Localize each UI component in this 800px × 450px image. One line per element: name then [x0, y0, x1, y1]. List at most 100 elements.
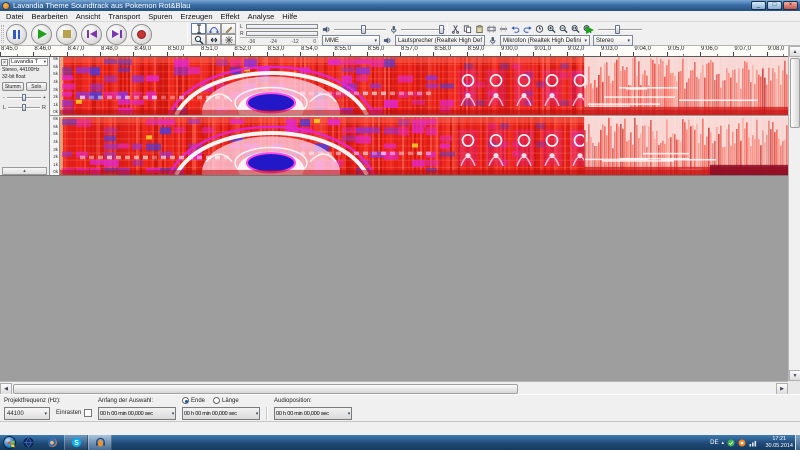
output-volume-thumb[interactable]	[361, 25, 366, 34]
scroll-up-arrow[interactable]: ▲	[789, 46, 800, 57]
menu-item-erzeugen[interactable]: Erzeugen	[176, 12, 216, 21]
output-volume-slider[interactable]	[334, 29, 386, 31]
paste-button[interactable]	[474, 24, 485, 35]
tray-icon-orange[interactable]	[738, 439, 746, 447]
network-icon[interactable]	[749, 439, 758, 447]
input-channels-select[interactable]: Stereo▾	[593, 35, 633, 46]
gain-slider[interactable]	[7, 97, 41, 99]
frequency-ruler-right-channel[interactable]: 8k6k5k4k3k2k1k0k	[50, 117, 60, 175]
pause-button[interactable]	[6, 24, 27, 45]
taskbar-item-audacity[interactable]	[88, 435, 112, 450]
timeline-ruler[interactable]: 8:45,08:46,08:47,08:48,08:49,08:50,08:51…	[0, 46, 788, 57]
trim-button[interactable]	[486, 24, 497, 35]
minimize-button[interactable]: _	[751, 1, 766, 10]
play-at-speed-icon[interactable]	[586, 26, 594, 34]
spectrogram-left-channel[interactable]	[60, 57, 788, 115]
meter-scale-value: -12	[291, 39, 298, 45]
play-speed-slider[interactable]	[598, 29, 642, 31]
record-meter-right[interactable]	[246, 31, 318, 36]
input-device-select[interactable]: Mikrofon (Realtek High Defini▾	[500, 35, 590, 46]
vertical-scroll-thumb[interactable]	[790, 58, 800, 128]
firefox-icon	[47, 437, 58, 448]
menu-item-hilfe[interactable]: Hilfe	[278, 12, 301, 21]
maximize-button[interactable]: □	[767, 1, 782, 10]
draw-tool-button[interactable]	[221, 23, 236, 34]
pan-slider[interactable]	[8, 107, 40, 109]
end-radio[interactable]	[182, 397, 189, 404]
undo-icon	[511, 24, 520, 34]
stop-button[interactable]	[56, 24, 77, 45]
tray-icon-green[interactable]	[727, 439, 735, 447]
show-desktop-button[interactable]	[795, 435, 800, 450]
output-device-select[interactable]: Lautsprecher (Realtek High Def▾	[395, 35, 485, 46]
silence-button[interactable]	[498, 24, 509, 35]
horizontal-scroll-thumb[interactable]	[13, 384, 518, 394]
menu-item-effekt[interactable]: Effekt	[217, 12, 244, 21]
meter-scale-value: -36	[248, 39, 255, 45]
meter-toolbar[interactable]: L R -36-24-120	[240, 23, 318, 45]
language-indicator[interactable]: DE	[710, 440, 718, 446]
mute-button[interactable]: Stumm	[2, 82, 24, 91]
selection-tool-button[interactable]	[191, 23, 206, 34]
length-radio[interactable]	[213, 397, 220, 404]
selection-end-field[interactable]: 00 h 00 min 00,000 sec ▾	[182, 407, 260, 420]
envelope-tool-button[interactable]	[206, 23, 221, 34]
audio-host-select[interactable]: MME▾	[322, 35, 380, 46]
track-format-info: Stereo, 44100Hz	[0, 66, 49, 73]
track-close-button[interactable]: ×	[1, 59, 8, 66]
timeshift-tool-button[interactable]	[206, 34, 221, 45]
play-speed-thumb[interactable]	[615, 25, 620, 34]
close-button[interactable]: ×	[783, 1, 798, 10]
menu-item-datei[interactable]: Datei	[2, 12, 28, 21]
play-button[interactable]	[31, 24, 52, 45]
skip-end-icon	[112, 30, 122, 38]
start-button[interactable]	[3, 436, 16, 449]
menu-item-ansicht[interactable]: Ansicht	[72, 12, 105, 21]
audio-position-field[interactable]: 00 h 00 min 00,000 sec ▾	[274, 407, 352, 420]
record-meter-left[interactable]	[246, 24, 318, 29]
record-button[interactable]	[131, 24, 152, 45]
undo-button[interactable]	[510, 24, 521, 35]
menu-item-spuren[interactable]: Spuren	[144, 12, 176, 21]
menu-item-analyse[interactable]: Analyse	[244, 12, 279, 21]
track-collapse-button[interactable]: ▴	[2, 167, 47, 175]
selection-start-field[interactable]: 00 h 00 min 00,000 sec ▾	[98, 407, 176, 420]
taskbar-item-browser[interactable]	[16, 435, 40, 450]
scroll-down-arrow[interactable]: ▼	[789, 370, 800, 381]
fit-selection-button[interactable]	[570, 24, 581, 35]
frequency-ruler-left-channel[interactable]: 8k6k5k4k3k2k1k0k	[50, 57, 60, 115]
copy-button[interactable]	[462, 24, 473, 35]
horizontal-scrollbar[interactable]: ◀ ▶	[0, 381, 788, 394]
project-rate-select[interactable]: 44100 ▾	[4, 407, 50, 420]
solo-button[interactable]: Solo	[26, 82, 48, 91]
menu-item-transport[interactable]: Transport	[104, 12, 144, 21]
skip-to-end-button[interactable]	[106, 24, 127, 45]
sync-lock-button[interactable]	[534, 24, 545, 35]
track-name-menu[interactable]: Lavandia T ▾	[9, 58, 48, 66]
snap-checkbox[interactable]	[84, 409, 92, 417]
redo-button[interactable]	[522, 24, 533, 35]
device-toolbar: MME▾ Lautsprecher (Realtek High Def▾ Mik…	[322, 35, 633, 46]
zoom-in-button[interactable]	[546, 24, 557, 35]
multi-tool-button[interactable]	[221, 34, 236, 45]
menu-item-bearbeiten[interactable]: Bearbeiten	[28, 12, 72, 21]
taskbar-item-firefox[interactable]	[40, 435, 64, 450]
zoom-tool-button[interactable]	[191, 34, 206, 45]
tray-expand-icon[interactable]: ▴	[721, 440, 724, 446]
zoom-out-icon	[559, 24, 568, 34]
input-volume-slider[interactable]	[401, 29, 445, 31]
pan-thumb[interactable]	[22, 104, 26, 111]
vertical-scrollbar[interactable]: ▲ ▼	[788, 46, 800, 381]
zoom-out-button[interactable]	[558, 24, 569, 35]
timeline-tick	[733, 52, 734, 56]
toolbar-grip[interactable]	[1, 25, 4, 43]
input-volume-thumb[interactable]	[439, 25, 444, 34]
cut-button[interactable]	[450, 24, 461, 35]
taskbar-clock[interactable]: 17:21 30.05.2014	[765, 436, 793, 450]
clock-date: 30.05.2014	[765, 443, 793, 450]
gain-thumb[interactable]	[22, 94, 26, 101]
spectrogram-right-channel[interactable]	[60, 117, 788, 175]
timeline-tick	[167, 52, 168, 56]
skip-to-start-button[interactable]	[81, 24, 102, 45]
taskbar-item-skype[interactable]: S	[64, 435, 88, 450]
